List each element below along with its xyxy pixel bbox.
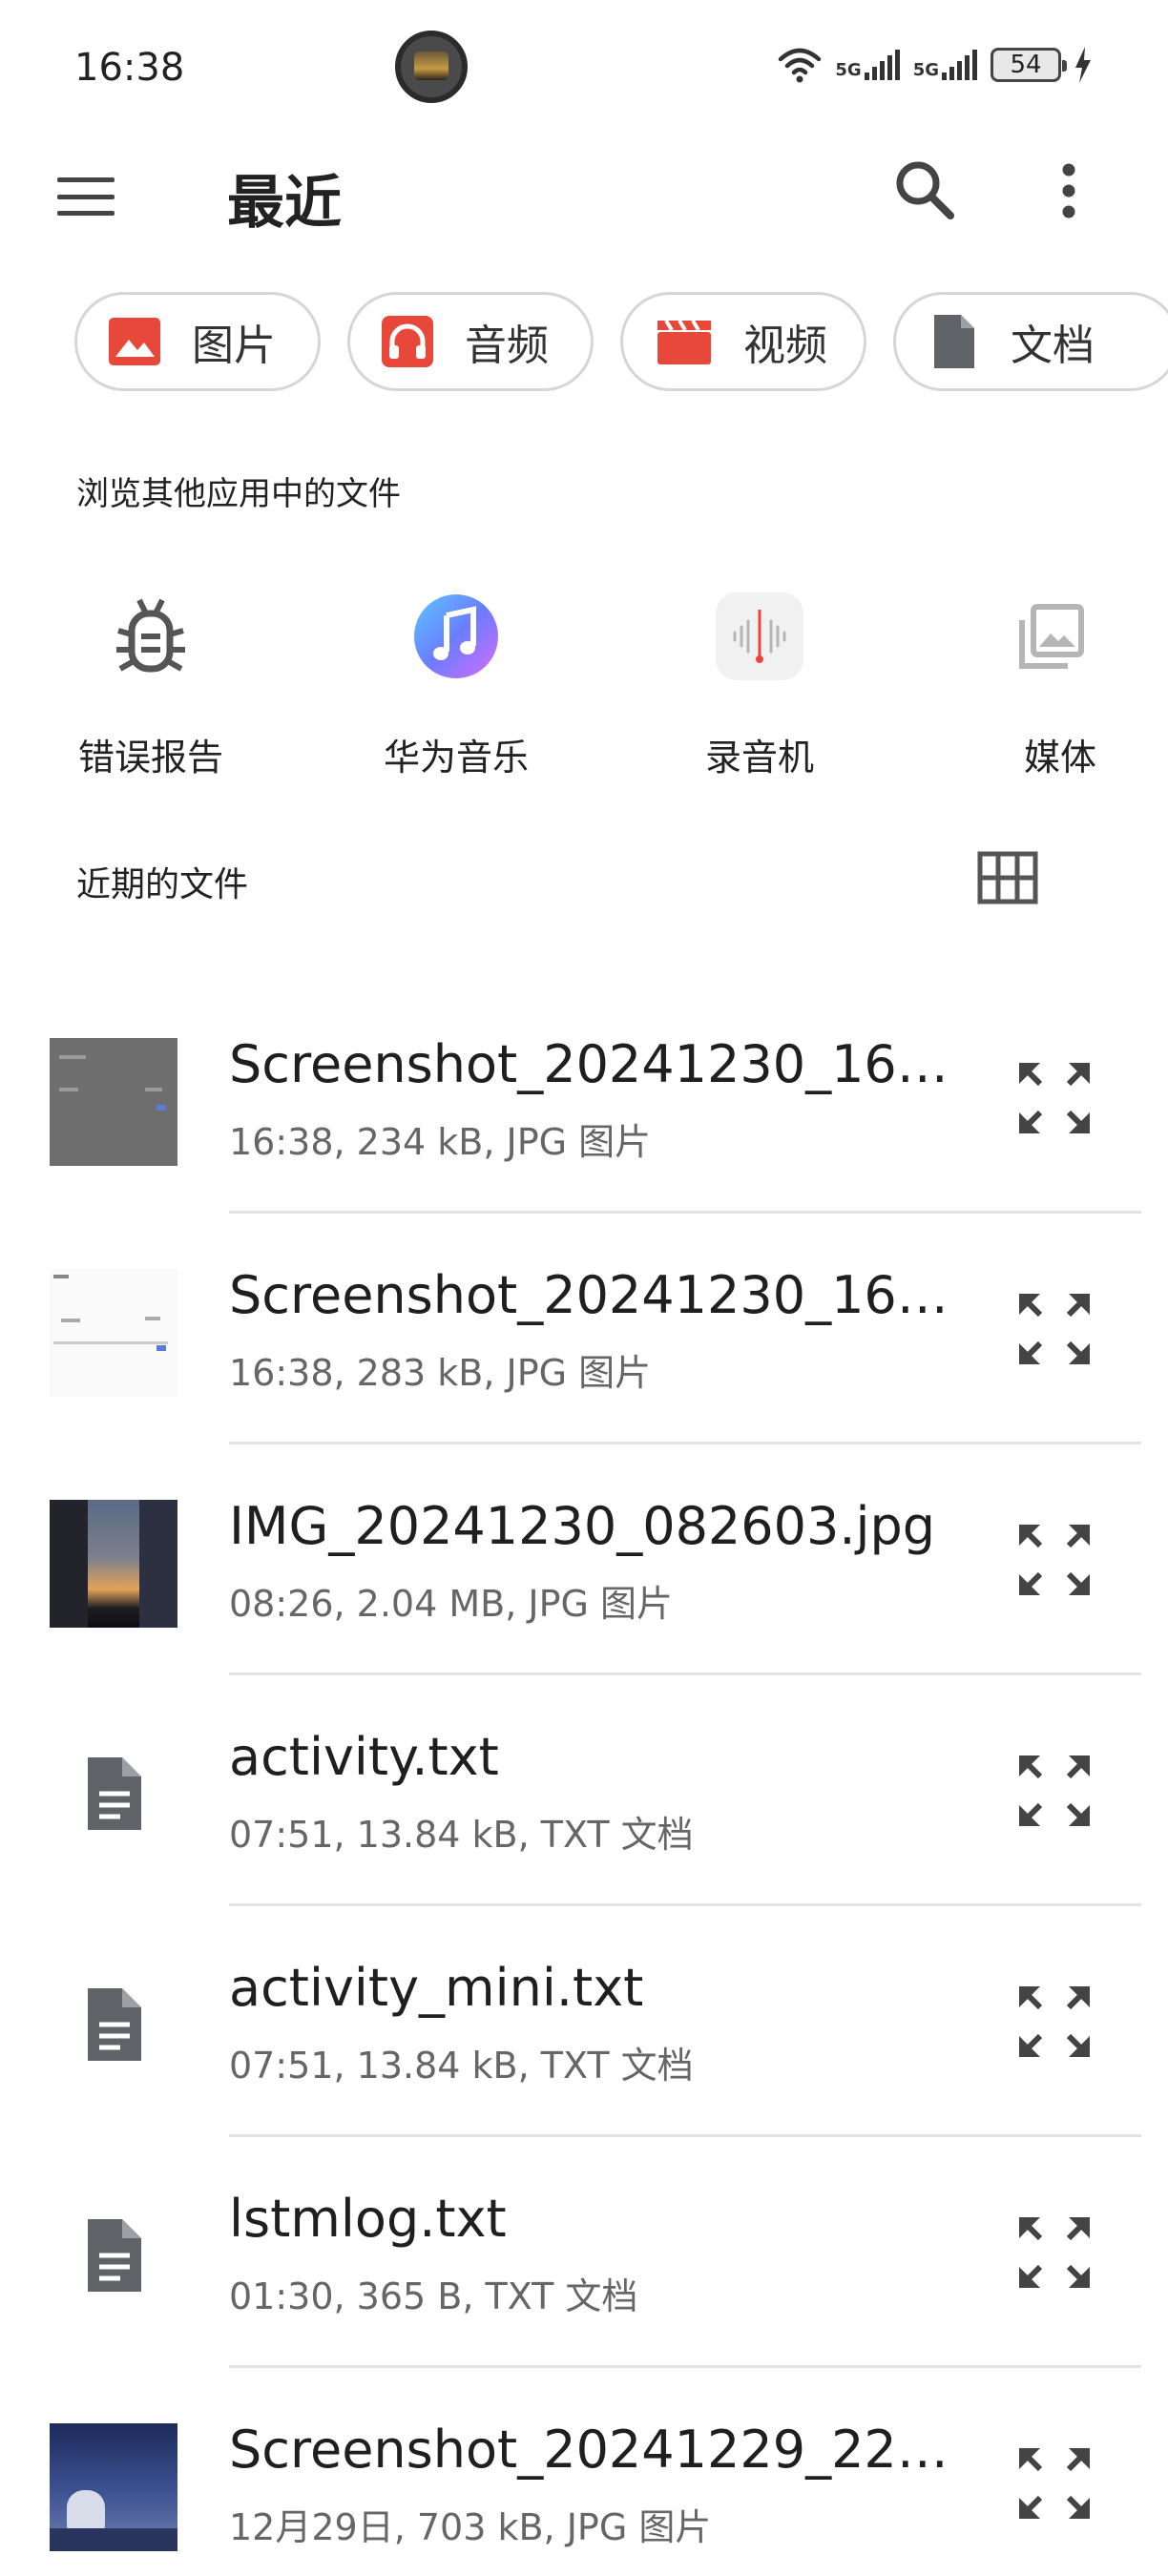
app-sound-recorder[interactable]: 录音机 bbox=[645, 587, 874, 780]
file-name: lstmlog.txt bbox=[229, 2189, 507, 2249]
photo-library-icon bbox=[1019, 604, 1084, 669]
chip-documents[interactable]: 文档 bbox=[893, 292, 1168, 391]
app-label: 媒体 bbox=[1023, 737, 1096, 779]
text-file-icon bbox=[88, 1757, 141, 1830]
status-icons: 5G 5G 54 bbox=[778, 44, 1092, 86]
signal-icon: 5G bbox=[913, 50, 977, 80]
more-options-icon[interactable] bbox=[1040, 153, 1097, 229]
file-name: activity_mini.txt bbox=[229, 1958, 644, 2018]
file-meta: 16:38, 234 kB, JPG 图片 bbox=[229, 1121, 652, 1163]
image-icon bbox=[109, 318, 160, 365]
charging-bolt-icon bbox=[1075, 47, 1091, 83]
file-name: Screenshot_20241230_16… bbox=[229, 1034, 949, 1094]
menu-button[interactable] bbox=[55, 168, 116, 225]
file-name: Screenshot_20241230_16… bbox=[229, 1265, 949, 1325]
status-bar: 16:38 5G 5G 54 bbox=[0, 0, 1168, 134]
file-name: Screenshot_20241229_22… bbox=[229, 2420, 949, 2480]
app-bug-report[interactable]: 错误报告 bbox=[36, 587, 265, 780]
file-thumbnail bbox=[50, 1500, 177, 1628]
file-row[interactable]: activity_mini.txt 07:51, 13.84 kB, TXT 文… bbox=[0, 1906, 1168, 2137]
signal-icon: 5G bbox=[835, 50, 900, 80]
status-time: 16:38 bbox=[74, 46, 185, 90]
chip-audio[interactable]: 音频 bbox=[347, 292, 594, 391]
wifi-icon bbox=[779, 48, 822, 83]
top-app-bar: 最近 bbox=[0, 134, 1168, 258]
file-meta: 07:51, 13.84 kB, TXT 文档 bbox=[229, 1814, 694, 1856]
clapperboard-icon bbox=[657, 319, 711, 364]
recent-files-list: Screenshot_20241230_16… 16:38, 234 kB, J… bbox=[0, 983, 1168, 2576]
search-icon[interactable] bbox=[887, 153, 964, 229]
expand-icon[interactable] bbox=[1015, 1059, 1094, 1137]
file-meta: 08:26, 2.04 MB, JPG 图片 bbox=[229, 1583, 674, 1625]
file-thumbnail bbox=[50, 2423, 177, 2551]
expand-icon[interactable] bbox=[1015, 2213, 1094, 2292]
file-row[interactable]: IMG_20241230_082603.jpg 08:26, 2.04 MB, … bbox=[0, 1444, 1168, 1675]
file-name: IMG_20241230_082603.jpg bbox=[229, 1496, 936, 1556]
file-meta: 12月29日, 703 kB, JPG 图片 bbox=[229, 2506, 712, 2548]
recent-files-heading: 近期的文件 bbox=[76, 865, 249, 904]
text-file-icon bbox=[88, 2219, 141, 2292]
network-type-1: 5G bbox=[835, 60, 862, 80]
network-type-2: 5G bbox=[912, 60, 939, 80]
chip-label: 音频 bbox=[465, 322, 549, 370]
file-meta: 16:38, 283 kB, JPG 图片 bbox=[229, 1352, 652, 1394]
chip-images[interactable]: 图片 bbox=[74, 292, 321, 391]
file-row[interactable]: lstmlog.txt 01:30, 365 B, TXT 文档 bbox=[0, 2137, 1168, 2368]
headphones-icon bbox=[382, 316, 433, 367]
category-chips: 图片 音频 视频 文档 bbox=[74, 292, 1168, 391]
browse-apps-heading: 浏览其他应用中的文件 bbox=[76, 475, 401, 513]
file-row[interactable]: Screenshot_20241230_16… 16:38, 234 kB, J… bbox=[0, 983, 1168, 1214]
music-note-icon bbox=[414, 594, 498, 678]
file-row[interactable]: Screenshot_20241229_22… 12月29日, 703 kB, … bbox=[0, 2368, 1168, 2576]
app-label: 录音机 bbox=[704, 737, 814, 779]
chip-label: 图片 bbox=[192, 322, 276, 370]
file-row[interactable]: activity.txt 07:51, 13.84 kB, TXT 文档 bbox=[0, 1675, 1168, 1906]
app-huawei-music[interactable]: 华为音乐 bbox=[342, 587, 571, 780]
expand-icon[interactable] bbox=[1015, 1983, 1094, 2061]
document-icon bbox=[934, 315, 974, 368]
expand-icon[interactable] bbox=[1015, 1521, 1094, 1599]
expand-icon[interactable] bbox=[1015, 2444, 1094, 2523]
chip-video[interactable]: 视频 bbox=[620, 292, 866, 391]
file-meta: 07:51, 13.84 kB, TXT 文档 bbox=[229, 2045, 694, 2087]
page-title: 最近 bbox=[227, 170, 342, 237]
app-media[interactable]: 媒体 bbox=[950, 587, 1168, 780]
file-name: activity.txt bbox=[229, 1727, 499, 1787]
camera-cutout bbox=[395, 31, 468, 103]
app-label: 错误报告 bbox=[77, 737, 223, 779]
hamburger-icon bbox=[57, 177, 115, 182]
file-thumbnail bbox=[50, 1269, 177, 1397]
expand-icon[interactable] bbox=[1015, 1752, 1094, 1830]
text-file-icon bbox=[88, 1988, 141, 2061]
file-thumbnail bbox=[50, 1038, 177, 1166]
file-row[interactable]: Screenshot_20241230_16… 16:38, 283 kB, J… bbox=[0, 1214, 1168, 1444]
chip-label: 文档 bbox=[1011, 322, 1095, 370]
battery-icon: 54 bbox=[991, 48, 1067, 82]
app-label: 华为音乐 bbox=[383, 737, 529, 779]
expand-icon[interactable] bbox=[1015, 1290, 1094, 1368]
sound-recorder-icon bbox=[716, 592, 803, 680]
file-meta: 01:30, 365 B, TXT 文档 bbox=[229, 2275, 638, 2317]
grid-view-icon[interactable] bbox=[977, 851, 1038, 904]
battery-level: 54 bbox=[1010, 51, 1042, 79]
chip-label: 视频 bbox=[743, 322, 827, 370]
bug-icon bbox=[116, 598, 185, 673]
